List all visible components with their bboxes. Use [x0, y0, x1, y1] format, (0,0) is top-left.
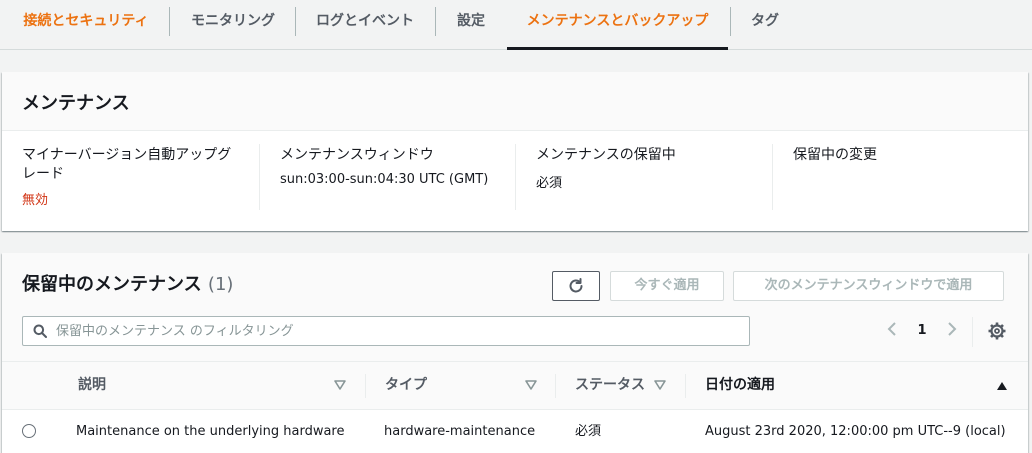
pending-maintenance-value: 必須 [536, 176, 563, 191]
tab-maintenance-backups[interactable]: メンテナンスとバックアップ [507, 0, 728, 50]
tab-divider [169, 7, 170, 36]
filter-search-box [22, 316, 750, 346]
maintenance-window-value: sun:03:00-sun:04:30 UTC (GMT) [280, 172, 489, 187]
tab-connectivity-security[interactable]: 接続とセキュリティ [12, 0, 160, 50]
field-divider [772, 144, 773, 210]
auto-minor-upgrade-field: マイナーバージョン自動アップグ レード 無効 [22, 146, 247, 212]
pending-maintenance-header: 保留中のメンテナンス (1) 今すぐ適用 次のメンテナンスウィンドウで適用 1 [2, 253, 1028, 361]
filter-search-input[interactable] [56, 317, 736, 345]
field-divider [259, 144, 260, 210]
refresh-button[interactable] [552, 271, 600, 301]
chevron-right-icon[interactable] [942, 321, 962, 341]
pending-maintenance-label: メンテナンスの保留中 [536, 147, 676, 163]
filter-arrow-icon[interactable] [333, 378, 347, 392]
gear-icon[interactable] [987, 321, 1007, 341]
pending-changes-label: 保留中の変更 [793, 147, 877, 163]
column-header-description[interactable]: 説明 [78, 362, 106, 409]
column-header-type[interactable]: タイプ [385, 362, 427, 409]
chevron-left-icon[interactable] [882, 321, 902, 341]
field-divider [515, 144, 516, 210]
maintenance-title: メンテナンス [22, 93, 130, 114]
pending-maintenance-count: (1) [207, 274, 234, 295]
cell-apply-date: August 23rd 2020, 12:00:00 pm UTC--9 (lo… [705, 424, 1006, 439]
page-number[interactable]: 1 [912, 321, 932, 341]
cell-status: 必須 [575, 424, 602, 439]
column-header-status[interactable]: ステータス [575, 362, 645, 409]
apply-now-button[interactable]: 今すぐ適用 [610, 271, 724, 301]
search-icon [33, 324, 47, 338]
maintenance-panel: メンテナンス マイナーバージョン自動アップグ レード 無効 メンテナンスウィンドウ… [2, 72, 1028, 231]
column-divider [685, 374, 686, 398]
tab-bar: 接続とセキュリティ モニタリング ログとイベント 設定 メンテナンスとバックアッ… [0, 0, 1032, 50]
column-divider [555, 374, 556, 398]
tab-configuration[interactable]: 設定 [444, 0, 498, 50]
maintenance-window-field: メンテナンスウィンドウ sun:03:00-sun:04:30 UTC (GMT… [280, 146, 505, 212]
tab-logs-events[interactable]: ログとイベント [304, 0, 426, 50]
pending-maintenance-title-text: 保留中のメンテナンス [22, 274, 202, 295]
tab-divider [730, 7, 731, 36]
pending-changes-field: 保留中の変更 [793, 146, 1018, 212]
auto-minor-upgrade-label-line1: マイナーバージョン自動アップグ [22, 147, 232, 163]
cell-type: hardware-maintenance [384, 424, 536, 439]
cell-description: Maintenance on the underlying hardware [76, 424, 345, 439]
pending-maintenance-field: メンテナンスの保留中 必須 [536, 146, 761, 212]
filter-arrow-icon[interactable] [524, 378, 538, 392]
tab-divider [435, 7, 436, 36]
sort-ascending-icon[interactable] [996, 381, 1008, 391]
table-row[interactable]: Maintenance on the underlying hardware h… [2, 410, 1028, 453]
tab-monitoring[interactable]: モニタリング [180, 0, 286, 50]
pending-maintenance-title: 保留中のメンテナンス (1) [22, 270, 233, 296]
auto-minor-upgrade-value: 無効 [22, 193, 49, 208]
column-header-apply-date[interactable]: 日付の適用 [705, 362, 775, 409]
table-header: 説明 タイプ ステータス 日付の適用 [2, 361, 1028, 410]
pager-divider [972, 317, 973, 347]
apply-next-window-button[interactable]: 次のメンテナンスウィンドウで適用 [733, 271, 1004, 301]
tab-divider [295, 7, 296, 36]
maintenance-window-label: メンテナンスウィンドウ [280, 147, 434, 163]
auto-minor-upgrade-label: マイナーバージョン自動アップグ レード [22, 146, 247, 184]
column-divider [365, 374, 366, 398]
row-select-radio[interactable] [22, 424, 36, 438]
maintenance-panel-header: メンテナンス [2, 72, 1028, 131]
pending-maintenance-panel: 保留中のメンテナンス (1) 今すぐ適用 次のメンテナンスウィンドウで適用 1 [2, 253, 1028, 453]
tab-tags[interactable]: タグ [740, 0, 790, 50]
auto-minor-upgrade-label-line2: レード [22, 166, 64, 182]
filter-arrow-icon[interactable] [653, 378, 667, 392]
refresh-icon [569, 278, 583, 293]
